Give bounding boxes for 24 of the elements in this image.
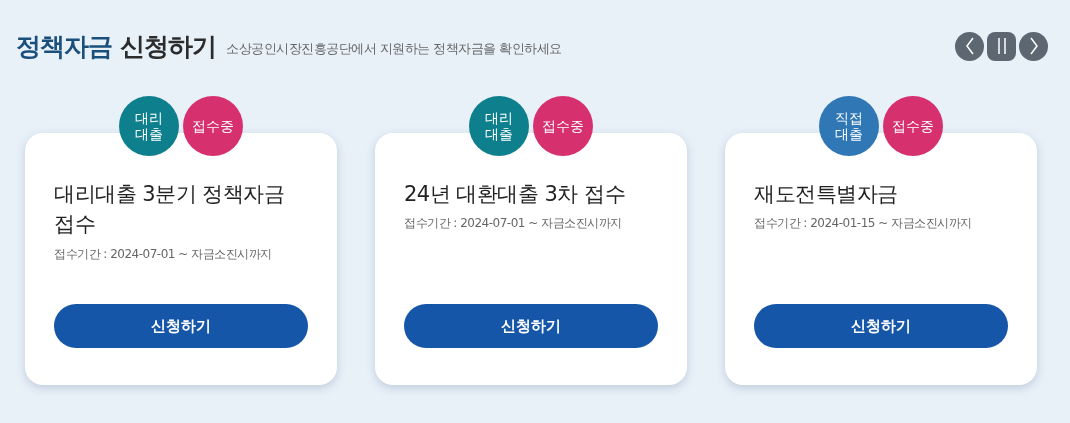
section-title: 신청하기	[120, 30, 216, 63]
loan-type-badge: 대리대출	[469, 96, 529, 156]
loan-type-badge: 대리대출	[119, 96, 179, 156]
pause-icon	[997, 38, 1006, 54]
loan-type-badge: 직접대출	[819, 96, 879, 156]
application-period: 접수기간 : 2024-01-15 ~ 자금소진시까지	[754, 215, 973, 233]
application-period: 접수기간 : 2024-07-01 ~ 자금소진시까지	[54, 245, 273, 263]
subtitle: 소상공인시장진흥공단에서 지원하는 정책자금을 확인하세요	[226, 40, 562, 58]
application-period: 접수기간 : 2024-07-01 ~ 자금소진시까지	[404, 215, 623, 233]
chevron-left-icon	[964, 37, 975, 55]
apply-button[interactable]: 신청하기	[54, 304, 308, 348]
chevron-right-icon	[1028, 37, 1039, 55]
status-badge: 접수중	[533, 96, 593, 156]
previous-button[interactable]	[955, 31, 984, 61]
section-title: 정책자금	[16, 30, 112, 63]
card-title: 재도전특별자금	[754, 181, 899, 208]
pause-button[interactable]	[987, 31, 1016, 61]
apply-button[interactable]: 신청하기	[404, 304, 658, 348]
card-title: 대리대출 3분기 정책자금 접수	[54, 181, 286, 239]
status-badge: 접수중	[183, 96, 243, 156]
apply-button[interactable]: 신청하기	[754, 304, 1008, 348]
next-button[interactable]	[1019, 31, 1048, 61]
card-title: 24년 대환대출 3차 접수	[404, 181, 627, 208]
status-badge: 접수중	[883, 96, 943, 156]
